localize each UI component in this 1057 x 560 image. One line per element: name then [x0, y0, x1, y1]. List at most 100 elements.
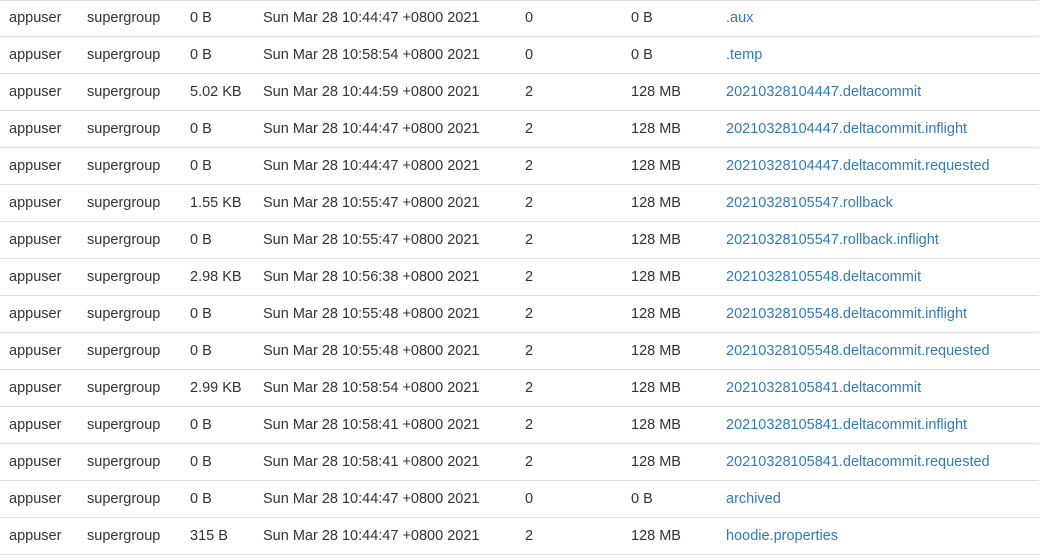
- owner-cell: appuser: [9, 306, 62, 322]
- table-row: appuser supergroup 2.98 KB Sun Mar 28 10…: [0, 259, 1039, 296]
- last-modified-cell: Sun Mar 28 10:58:41 +0800 2021: [263, 454, 480, 470]
- group-cell: supergroup: [87, 454, 161, 470]
- size-cell: 0 B: [190, 47, 212, 63]
- last-modified-cell: Sun Mar 28 10:44:47 +0800 2021: [263, 158, 480, 174]
- size-cell: 2.99 KB: [190, 380, 242, 396]
- file-name-link[interactable]: 20210328105548.deltacommit.inflight: [726, 306, 967, 322]
- file-name-link[interactable]: 20210328104447.deltacommit.requested: [726, 158, 990, 174]
- size-cell: 5.02 KB: [190, 84, 242, 100]
- table-row: appuser supergroup 1.55 KB Sun Mar 28 10…: [0, 185, 1039, 222]
- owner-cell: appuser: [9, 417, 62, 433]
- table-row: appuser supergroup 0 B Sun Mar 28 10:44:…: [0, 111, 1039, 148]
- file-name-link[interactable]: hoodie.properties: [726, 528, 838, 544]
- file-name-link[interactable]: .aux: [726, 10, 753, 26]
- file-name-link[interactable]: 20210328105841.deltacommit.inflight: [726, 417, 967, 433]
- group-cell: supergroup: [87, 10, 161, 26]
- table-row: appuser supergroup 5.02 KB Sun Mar 28 10…: [0, 74, 1039, 111]
- block-size-cell: 128 MB: [631, 454, 681, 470]
- block-size-cell: 128 MB: [631, 417, 681, 433]
- last-modified-cell: Sun Mar 28 10:56:38 +0800 2021: [263, 269, 480, 285]
- name-cell: hoodie.properties: [726, 518, 838, 555]
- table-row: appuser supergroup 0 B Sun Mar 28 10:44:…: [0, 0, 1039, 37]
- name-cell: 20210328105548.deltacommit.inflight: [726, 296, 967, 333]
- table-row: appuser supergroup 0 B Sun Mar 28 10:44:…: [0, 481, 1039, 518]
- table-row: appuser supergroup 0 B Sun Mar 28 10:58:…: [0, 444, 1039, 481]
- group-cell: supergroup: [87, 380, 161, 396]
- block-size-cell: 0 B: [631, 491, 653, 507]
- owner-cell: appuser: [9, 10, 62, 26]
- file-name-link[interactable]: 20210328105548.deltacommit.requested: [726, 343, 990, 359]
- size-cell: 0 B: [190, 10, 212, 26]
- file-name-link[interactable]: 20210328105547.rollback: [726, 195, 893, 211]
- group-cell: supergroup: [87, 158, 161, 174]
- size-cell: 0 B: [190, 454, 212, 470]
- file-name-link[interactable]: archived: [726, 491, 781, 507]
- block-size-cell: 128 MB: [631, 343, 681, 359]
- last-modified-cell: Sun Mar 28 10:55:48 +0800 2021: [263, 306, 480, 322]
- last-modified-cell: Sun Mar 28 10:44:59 +0800 2021: [263, 84, 480, 100]
- group-cell: supergroup: [87, 84, 161, 100]
- replication-cell: 2: [525, 158, 534, 174]
- table-row: appuser supergroup 0 B Sun Mar 28 10:58:…: [0, 37, 1039, 74]
- replication-cell: 2: [525, 269, 534, 285]
- block-size-cell: 0 B: [631, 10, 653, 26]
- file-name-link[interactable]: 20210328105841.deltacommit.requested: [726, 454, 990, 470]
- replication-cell: 2: [525, 195, 534, 211]
- name-cell: 20210328104447.deltacommit.inflight: [726, 111, 967, 148]
- owner-cell: appuser: [9, 47, 62, 63]
- owner-cell: appuser: [9, 380, 62, 396]
- block-size-cell: 128 MB: [631, 269, 681, 285]
- last-modified-cell: Sun Mar 28 10:55:48 +0800 2021: [263, 343, 480, 359]
- group-cell: supergroup: [87, 47, 161, 63]
- replication-cell: 2: [525, 380, 534, 396]
- group-cell: supergroup: [87, 343, 161, 359]
- name-cell: 20210328105547.rollback: [726, 185, 893, 222]
- name-cell: 20210328105548.deltacommit: [726, 259, 921, 296]
- group-cell: supergroup: [87, 528, 161, 544]
- block-size-cell: 128 MB: [631, 306, 681, 322]
- size-cell: 0 B: [190, 491, 212, 507]
- block-size-cell: 128 MB: [631, 158, 681, 174]
- block-size-cell: 128 MB: [631, 380, 681, 396]
- block-size-cell: 128 MB: [631, 232, 681, 248]
- file-name-link[interactable]: 20210328105841.deltacommit: [726, 380, 921, 396]
- file-listing-table: appuser supergroup 0 B Sun Mar 28 10:44:…: [0, 0, 1039, 555]
- table-body: appuser supergroup 0 B Sun Mar 28 10:44:…: [0, 0, 1039, 555]
- table-row: appuser supergroup 0 B Sun Mar 28 10:55:…: [0, 222, 1039, 259]
- last-modified-cell: Sun Mar 28 10:44:47 +0800 2021: [263, 121, 480, 137]
- replication-cell: 2: [525, 232, 534, 248]
- size-cell: 2.98 KB: [190, 269, 242, 285]
- owner-cell: appuser: [9, 491, 62, 507]
- name-cell: 20210328105841.deltacommit.requested: [726, 444, 990, 481]
- table-row: appuser supergroup 0 B Sun Mar 28 10:44:…: [0, 148, 1039, 185]
- block-size-cell: 128 MB: [631, 121, 681, 137]
- table-row: appuser supergroup 0 B Sun Mar 28 10:58:…: [0, 407, 1039, 444]
- block-size-cell: 128 MB: [631, 195, 681, 211]
- replication-cell: 2: [525, 343, 534, 359]
- last-modified-cell: Sun Mar 28 10:58:54 +0800 2021: [263, 47, 480, 63]
- block-size-cell: 128 MB: [631, 84, 681, 100]
- name-cell: .aux: [726, 0, 753, 37]
- size-cell: 0 B: [190, 158, 212, 174]
- file-name-link[interactable]: 20210328104447.deltacommit.inflight: [726, 121, 967, 137]
- owner-cell: appuser: [9, 232, 62, 248]
- file-name-link[interactable]: .temp: [726, 47, 762, 63]
- group-cell: supergroup: [87, 491, 161, 507]
- name-cell: 20210328104447.deltacommit: [726, 74, 921, 111]
- replication-cell: 0: [525, 10, 534, 26]
- file-name-link[interactable]: 20210328104447.deltacommit: [726, 84, 921, 100]
- last-modified-cell: Sun Mar 28 10:55:47 +0800 2021: [263, 195, 480, 211]
- replication-cell: 2: [525, 454, 534, 470]
- table-row: appuser supergroup 315 B Sun Mar 28 10:4…: [0, 518, 1039, 555]
- owner-cell: appuser: [9, 269, 62, 285]
- block-size-cell: 0 B: [631, 47, 653, 63]
- name-cell: 20210328105841.deltacommit.inflight: [726, 407, 967, 444]
- name-cell: .temp: [726, 37, 762, 74]
- file-name-link[interactable]: 20210328105548.deltacommit: [726, 269, 921, 285]
- owner-cell: appuser: [9, 454, 62, 470]
- owner-cell: appuser: [9, 195, 62, 211]
- file-name-link[interactable]: 20210328105547.rollback.inflight: [726, 232, 939, 248]
- table-row: appuser supergroup 0 B Sun Mar 28 10:55:…: [0, 333, 1039, 370]
- last-modified-cell: Sun Mar 28 10:44:47 +0800 2021: [263, 10, 480, 26]
- owner-cell: appuser: [9, 343, 62, 359]
